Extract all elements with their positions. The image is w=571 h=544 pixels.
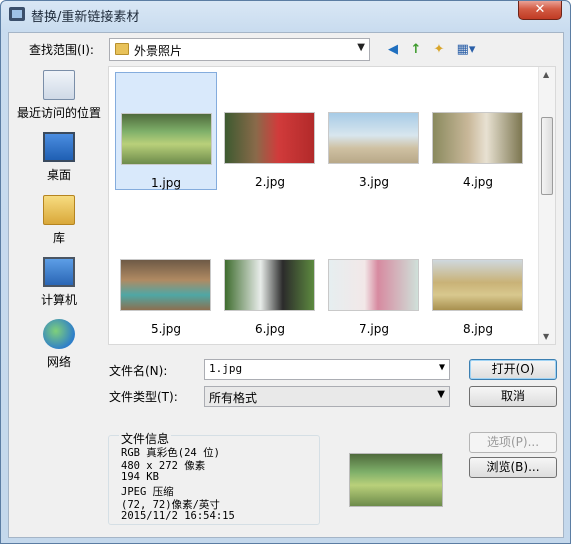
recent-places-icon xyxy=(43,70,75,100)
close-icon: ✕ xyxy=(534,2,546,17)
libraries-icon xyxy=(43,195,75,225)
place-label: 库 xyxy=(52,231,65,245)
place-network[interactable]: 网络 xyxy=(12,319,106,370)
filename-field[interactable]: 1.jpg ▼ xyxy=(204,359,450,380)
photo-thumbnail xyxy=(432,259,523,311)
file-item[interactable]: 4.jpg xyxy=(427,72,529,190)
file-item[interactable]: 2.jpg xyxy=(219,72,321,190)
look-in-dropdown[interactable]: 外景照片 ▼ xyxy=(109,38,370,61)
title-bar[interactable]: 替换/重新链接素材 ✕ xyxy=(1,1,570,27)
place-label: 桌面 xyxy=(46,168,71,182)
file-item[interactable]: 3.jpg xyxy=(323,72,425,190)
file-name: 5.jpg xyxy=(150,322,182,336)
chevron-down-icon[interactable]: ▼ xyxy=(357,42,365,53)
places-bar: 最近访问的位置 桌面 库 计算机 网络 xyxy=(12,66,106,534)
place-libraries[interactable]: 库 xyxy=(12,195,106,246)
photo-thumbnail xyxy=(224,112,315,164)
back-icon[interactable]: ◀ xyxy=(384,41,402,59)
filetype-label: 文件类型(T): xyxy=(109,390,178,404)
place-desktop[interactable]: 桌面 xyxy=(12,132,106,183)
filetype-value: 所有格式 xyxy=(209,391,258,405)
filename-value: 1.jpg xyxy=(209,362,243,375)
network-icon xyxy=(43,319,75,349)
thumbnail-grid: 1.jpg 2.jpg 3.jpg 4.jpg 5.jpg 6.jpg 7.jp… xyxy=(109,67,539,344)
photo-thumbnail xyxy=(328,259,419,311)
file-name: 1.jpg xyxy=(150,176,182,190)
vertical-scrollbar[interactable]: ▲ ▼ xyxy=(538,67,555,344)
look-in-value: 外景照片 xyxy=(134,44,183,58)
file-name: 7.jpg xyxy=(358,322,390,336)
photo-thumbnail xyxy=(224,259,315,311)
filetype-dropdown[interactable]: 所有格式 ▼ xyxy=(204,386,450,407)
photo-thumbnail xyxy=(121,113,212,165)
dialog-window: 替换/重新链接素材 ✕ 查找范围(I): 外景照片 ▼ ◀ ↑ ✦ ▦▾ 最近访… xyxy=(0,0,571,544)
info-line: 194 KB xyxy=(121,471,159,483)
photo-thumbnail xyxy=(120,259,211,311)
file-item[interactable]: 5.jpg xyxy=(115,219,217,337)
scrollbar-thumb[interactable] xyxy=(541,117,553,195)
file-name: 2.jpg xyxy=(254,175,286,189)
cancel-button[interactable]: 取消 xyxy=(469,386,557,407)
up-folder-icon[interactable]: ↑ xyxy=(407,41,425,59)
computer-icon xyxy=(43,257,75,287)
file-name: 8.jpg xyxy=(462,322,494,336)
photo-thumbnail xyxy=(432,112,523,164)
views-menu-icon[interactable]: ▦▾ xyxy=(453,41,479,59)
scroll-down-icon[interactable]: ▼ xyxy=(543,332,549,341)
file-list[interactable]: 1.jpg 2.jpg 3.jpg 4.jpg 5.jpg 6.jpg 7.jp… xyxy=(108,66,556,345)
desktop-icon xyxy=(43,132,75,162)
folder-icon xyxy=(115,43,129,55)
options-button[interactable]: 选项(P)... xyxy=(469,432,557,453)
photo-thumbnail xyxy=(328,112,419,164)
file-item[interactable]: 8.jpg xyxy=(427,219,529,337)
place-label: 计算机 xyxy=(40,293,77,307)
open-button[interactable]: 打开(O) xyxy=(469,359,557,380)
file-name: 4.jpg xyxy=(462,175,494,189)
app-icon xyxy=(9,7,25,21)
chevron-down-icon[interactable]: ▼ xyxy=(439,362,445,373)
place-recent[interactable]: 最近访问的位置 xyxy=(12,70,106,121)
file-info-group: 文件信息 RGB 真彩色(24 位) 480 x 272 像素 194 KB J… xyxy=(108,430,320,525)
place-label: 网络 xyxy=(46,355,71,369)
file-name: 3.jpg xyxy=(358,175,390,189)
chevron-down-icon[interactable]: ▼ xyxy=(437,389,445,400)
place-label: 最近访问的位置 xyxy=(16,106,101,120)
file-item[interactable]: 7.jpg xyxy=(323,219,425,337)
new-folder-icon[interactable]: ✦ xyxy=(430,41,448,59)
browse-button[interactable]: 浏览(B)... xyxy=(469,457,557,478)
place-computer[interactable]: 计算机 xyxy=(12,257,106,308)
look-in-label: 查找范围(I): xyxy=(29,43,94,57)
close-button[interactable]: ✕ xyxy=(518,1,562,20)
dialog-body: 查找范围(I): 外景照片 ▼ ◀ ↑ ✦ ▦▾ 最近访问的位置 桌面 库 计算… xyxy=(8,32,564,538)
file-item[interactable]: 6.jpg xyxy=(219,219,321,337)
file-name: 6.jpg xyxy=(254,322,286,336)
window-title: 替换/重新链接素材 xyxy=(31,10,140,25)
image-preview xyxy=(349,453,443,507)
scroll-up-icon[interactable]: ▲ xyxy=(543,70,549,79)
info-line: 2015/11/2 16:54:15 xyxy=(121,510,235,522)
filename-label: 文件名(N): xyxy=(109,364,168,378)
file-item[interactable]: 1.jpg xyxy=(115,72,217,190)
